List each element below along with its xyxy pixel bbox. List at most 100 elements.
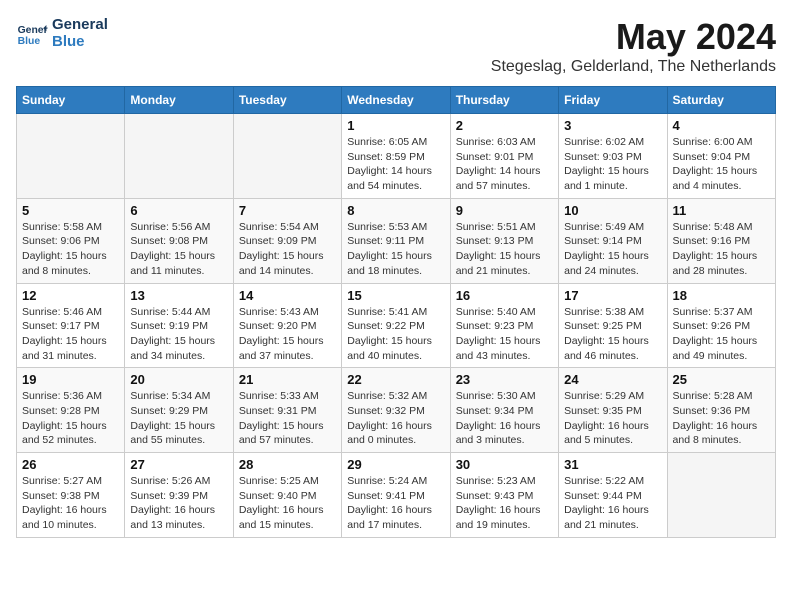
day-number: 11 [673, 203, 770, 218]
day-info: Sunrise: 5:22 AM Sunset: 9:44 PM Dayligh… [564, 474, 661, 533]
day-number: 16 [456, 288, 553, 303]
day-number: 14 [239, 288, 336, 303]
calendar-cell: 22 Sunrise: 5:32 AM Sunset: 9:32 PM Dayli… [342, 368, 450, 453]
location-subtitle: Stegeslag, Gelderland, The Netherlands [491, 58, 776, 76]
day-number: 6 [130, 203, 227, 218]
calendar-cell: 27Sunrise: 5:26 AM Sunset: 9:39 PM Dayli… [125, 453, 233, 538]
logo-blue: Blue [52, 33, 108, 50]
calendar-cell: 1Sunrise: 6:05 AM Sunset: 8:59 PM Daylig… [342, 114, 450, 199]
logo-general: General [52, 16, 108, 33]
header-wednesday: Wednesday [342, 87, 450, 114]
day-number: 18 [673, 288, 770, 303]
day-number: 13 [130, 288, 227, 303]
day-number: 19 [22, 372, 119, 387]
calendar-cell: 19Sunrise: 5:36 AM Sunset: 9:28 PM Dayli… [17, 368, 125, 453]
day-number: 31 [564, 457, 661, 472]
header-saturday: Saturday [667, 87, 775, 114]
calendar-cell: 15 Sunrise: 5:41 AM Sunset: 9:22 PM Dayli… [342, 283, 450, 368]
day-number: 8 [347, 203, 444, 218]
day-number: 12 [22, 288, 119, 303]
calendar-week-4: 19Sunrise: 5:36 AM Sunset: 9:28 PM Dayli… [17, 368, 776, 453]
day-info: Sunrise: 5:49 AM Sunset: 9:14 PM Dayligh… [564, 220, 661, 279]
calendar-cell: 16 Sunrise: 5:40 AM Sunset: 9:23 PM Dayli… [450, 283, 558, 368]
calendar-cell: 28Sunrise: 5:25 AM Sunset: 9:40 PM Dayli… [233, 453, 341, 538]
day-number: 30 [456, 457, 553, 472]
calendar-cell: 8 Sunrise: 5:53 AM Sunset: 9:11 PM Daylig… [342, 198, 450, 283]
calendar-cell: 4 Sunrise: 6:00 AM Sunset: 9:04 PM Daylig… [667, 114, 775, 199]
title-block: May 2024 Stegeslag, Gelderland, The Neth… [491, 16, 776, 76]
day-info: Sunrise: 6:00 AM Sunset: 9:04 PM Dayligh… [673, 135, 770, 194]
page-header: General Blue General Blue May 2024 Stege… [16, 16, 776, 76]
day-info: Sunrise: 5:58 AM Sunset: 9:06 PM Dayligh… [22, 220, 119, 279]
day-info: Sunrise: 5:40 AM Sunset: 9:23 PM Dayligh… [456, 305, 553, 364]
svg-text:Blue: Blue [18, 36, 41, 47]
calendar-cell [233, 114, 341, 199]
day-info: Sunrise: 5:29 AM Sunset: 9:35 PM Dayligh… [564, 389, 661, 448]
calendar-cell: 9Sunrise: 5:51 AM Sunset: 9:13 PM Daylig… [450, 198, 558, 283]
logo: General Blue General Blue [16, 16, 108, 51]
day-number: 29 [347, 457, 444, 472]
calendar-cell: 21 Sunrise: 5:33 AM Sunset: 9:31 PM Dayli… [233, 368, 341, 453]
calendar-cell [125, 114, 233, 199]
calendar-cell: 18Sunrise: 5:37 AM Sunset: 9:26 PM Dayli… [667, 283, 775, 368]
month-title: May 2024 [491, 16, 776, 58]
header-sunday: Sunday [17, 87, 125, 114]
day-number: 20 [130, 372, 227, 387]
calendar-week-1: 1Sunrise: 6:05 AM Sunset: 8:59 PM Daylig… [17, 114, 776, 199]
day-number: 17 [564, 288, 661, 303]
day-number: 26 [22, 457, 119, 472]
day-number: 5 [22, 203, 119, 218]
calendar-cell: 12 Sunrise: 5:46 AM Sunset: 9:17 PM Dayli… [17, 283, 125, 368]
day-number: 15 [347, 288, 444, 303]
day-info: Sunrise: 6:02 AM Sunset: 9:03 PM Dayligh… [564, 135, 661, 194]
header-thursday: Thursday [450, 87, 558, 114]
day-info: Sunrise: 5:41 AM Sunset: 9:22 PM Dayligh… [347, 305, 444, 364]
day-number: 24 [564, 372, 661, 387]
day-info: Sunrise: 5:43 AM Sunset: 9:20 PM Dayligh… [239, 305, 336, 364]
calendar-cell [667, 453, 775, 538]
day-info: Sunrise: 5:27 AM Sunset: 9:38 PM Dayligh… [22, 474, 119, 533]
day-info: Sunrise: 5:28 AM Sunset: 9:36 PM Dayligh… [673, 389, 770, 448]
calendar-week-2: 5 Sunrise: 5:58 AM Sunset: 9:06 PM Daylig… [17, 198, 776, 283]
calendar-cell: 6 Sunrise: 5:56 AM Sunset: 9:08 PM Daylig… [125, 198, 233, 283]
day-info: Sunrise: 5:38 AM Sunset: 9:25 PM Dayligh… [564, 305, 661, 364]
day-number: 28 [239, 457, 336, 472]
day-info: Sunrise: 5:46 AM Sunset: 9:17 PM Dayligh… [22, 305, 119, 364]
header-monday: Monday [125, 87, 233, 114]
day-number: 22 [347, 372, 444, 387]
day-number: 3 [564, 118, 661, 133]
calendar-cell: 26 Sunrise: 5:27 AM Sunset: 9:38 PM Dayli… [17, 453, 125, 538]
day-info: Sunrise: 5:53 AM Sunset: 9:11 PM Dayligh… [347, 220, 444, 279]
calendar-cell [17, 114, 125, 199]
calendar-header-row: SundayMondayTuesdayWednesdayThursdayFrid… [17, 87, 776, 114]
day-info: Sunrise: 5:30 AM Sunset: 9:34 PM Dayligh… [456, 389, 553, 448]
day-info: Sunrise: 5:44 AM Sunset: 9:19 PM Dayligh… [130, 305, 227, 364]
calendar-cell: 10Sunrise: 5:49 AM Sunset: 9:14 PM Dayli… [559, 198, 667, 283]
day-info: Sunrise: 5:24 AM Sunset: 9:41 PM Dayligh… [347, 474, 444, 533]
day-number: 21 [239, 372, 336, 387]
calendar-week-3: 12 Sunrise: 5:46 AM Sunset: 9:17 PM Dayli… [17, 283, 776, 368]
header-friday: Friday [559, 87, 667, 114]
day-info: Sunrise: 5:56 AM Sunset: 9:08 PM Dayligh… [130, 220, 227, 279]
day-number: 4 [673, 118, 770, 133]
calendar-cell: 29 Sunrise: 5:24 AM Sunset: 9:41 PM Dayli… [342, 453, 450, 538]
day-info: Sunrise: 5:26 AM Sunset: 9:39 PM Dayligh… [130, 474, 227, 533]
day-info: Sunrise: 5:54 AM Sunset: 9:09 PM Dayligh… [239, 220, 336, 279]
calendar-week-5: 26 Sunrise: 5:27 AM Sunset: 9:38 PM Dayli… [17, 453, 776, 538]
day-info: Sunrise: 5:32 AM Sunset: 9:32 PM Dayligh… [347, 389, 444, 448]
day-info: Sunrise: 5:48 AM Sunset: 9:16 PM Dayligh… [673, 220, 770, 279]
day-info: Sunrise: 5:34 AM Sunset: 9:29 PM Dayligh… [130, 389, 227, 448]
calendar-cell: 31 Sunrise: 5:22 AM Sunset: 9:44 PM Dayli… [559, 453, 667, 538]
day-number: 25 [673, 372, 770, 387]
calendar-table: SundayMondayTuesdayWednesdayThursdayFrid… [16, 86, 776, 538]
calendar-cell: 14 Sunrise: 5:43 AM Sunset: 9:20 PM Dayli… [233, 283, 341, 368]
day-info: Sunrise: 6:05 AM Sunset: 8:59 PM Dayligh… [347, 135, 444, 194]
header-tuesday: Tuesday [233, 87, 341, 114]
calendar-cell: 17 Sunrise: 5:38 AM Sunset: 9:25 PM Dayli… [559, 283, 667, 368]
calendar-cell: 3 Sunrise: 6:02 AM Sunset: 9:03 PM Daylig… [559, 114, 667, 199]
calendar-cell: 5 Sunrise: 5:58 AM Sunset: 9:06 PM Daylig… [17, 198, 125, 283]
day-number: 23 [456, 372, 553, 387]
calendar-cell: 7Sunrise: 5:54 AM Sunset: 9:09 PM Daylig… [233, 198, 341, 283]
day-info: Sunrise: 5:33 AM Sunset: 9:31 PM Dayligh… [239, 389, 336, 448]
calendar-cell: 23 Sunrise: 5:30 AM Sunset: 9:34 PM Dayli… [450, 368, 558, 453]
